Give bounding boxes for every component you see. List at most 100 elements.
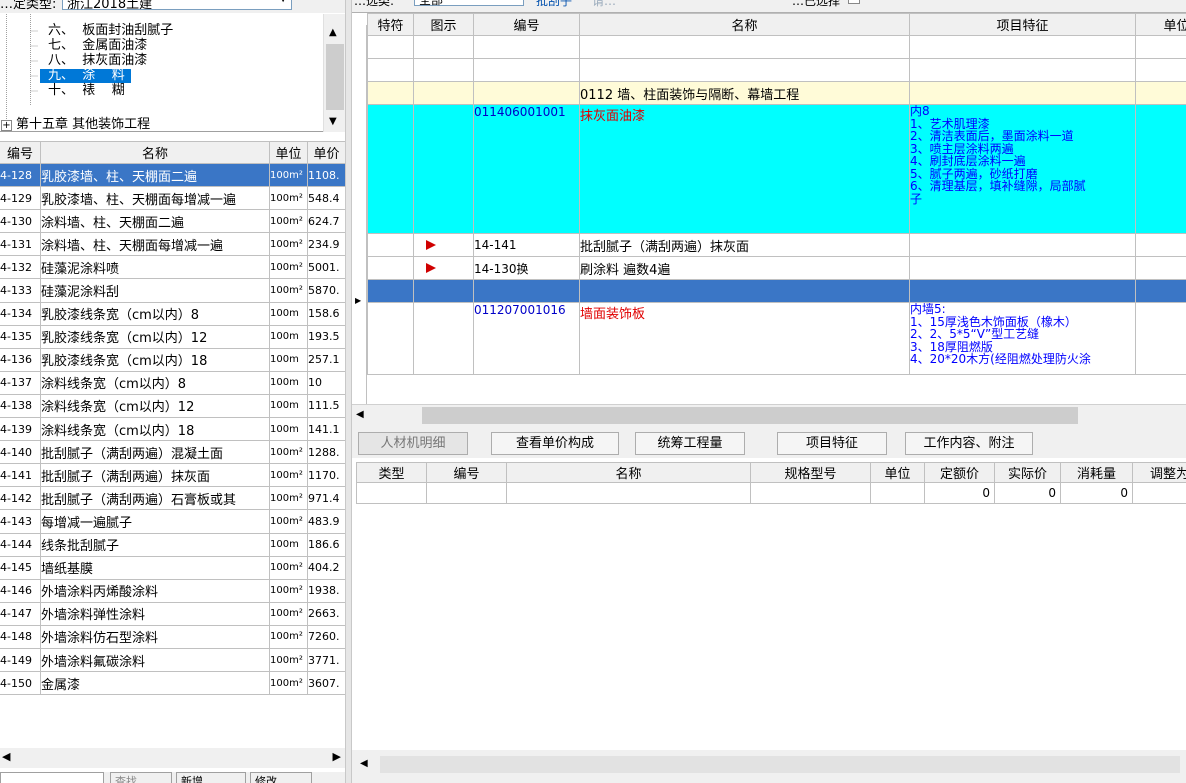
detail-row[interactable]: 0 0 0 <box>356 482 1186 504</box>
selected-label: …已选择 <box>792 0 841 8</box>
table-row[interactable]: 4-134 乳胶漆线条宽（cm以内）8 100m 158.6 <box>0 301 345 326</box>
tab-work-content[interactable]: 工作内容、附注 <box>905 432 1033 455</box>
col-header-features[interactable]: 项目特征 <box>909 13 1136 36</box>
table-row[interactable] <box>367 58 1186 82</box>
tab-unit-price[interactable]: 查看单价构成 <box>491 432 619 455</box>
selected-checkbox[interactable] <box>848 0 860 4</box>
detail-header[interactable]: 调整为 <box>1132 462 1186 483</box>
scroll-left-icon[interactable]: ◀ <box>356 409 364 420</box>
quota-unit: 100m <box>269 393 308 419</box>
search-input[interactable] <box>0 772 104 783</box>
col-header-flag[interactable]: 特符 <box>367 13 414 36</box>
table-row[interactable]: 4-148 外墙涂料仿石型涂料 100m² 7260. <box>0 624 345 649</box>
detail-header[interactable]: 类型 <box>356 462 427 483</box>
quota-name: 批刮腻子（满刮两遍）石膏板或其 <box>40 486 270 511</box>
sub-item-row[interactable]: 14-141 批刮腻子（满刮两遍）抹灰面 m2 <box>367 233 1186 257</box>
tab-materials[interactable]: 人材机明细 <box>358 432 468 455</box>
item-code: 011207001016 <box>473 302 580 375</box>
sub-item-row[interactable]: 14-130换 刷涂料 遍数4遍 m2 <box>367 256 1186 280</box>
expand-icon[interactable]: + <box>1 120 12 131</box>
table-row[interactable]: 4-145 墙纸基膜 100m² 404.2 <box>0 555 345 580</box>
detail-hscroll[interactable]: ◀ <box>352 754 1186 776</box>
quota-name: 批刮腻子（满刮两遍）抹灰面 <box>40 463 270 488</box>
tree-node[interactable]: 六、 板面封油刮腻子 <box>48 24 173 38</box>
tab-features[interactable]: 项目特征 <box>777 432 887 455</box>
table-row[interactable]: 4-146 外墙涂料丙烯酸涂料 100m² 1938. <box>0 578 345 603</box>
detail-header[interactable]: 消耗量 <box>1060 462 1133 483</box>
bill-item-row[interactable]: 011207001016 墙面装饰板 内墙5: 1、15厚浅色木饰面板（橡木） … <box>367 302 1186 375</box>
quota-unit: 100m² <box>269 232 308 257</box>
tree-node[interactable]: 八、 抹灰面油漆 <box>48 54 147 68</box>
add-button[interactable]: 新增 <box>176 772 246 783</box>
quota-price: 186.6 <box>307 532 345 557</box>
find-button[interactable]: 查找 <box>110 772 172 783</box>
col-header-code[interactable]: 编号 <box>0 141 41 164</box>
table-row[interactable]: 4-150 金属漆 100m² 3607. <box>0 671 345 696</box>
col-header-unit[interactable]: 单位 <box>269 141 308 164</box>
section-row[interactable]: 0112 墙、柱面装饰与隔断、幕墙工程 <box>367 81 1186 105</box>
tree-scrollbar[interactable]: ▲ ▼ <box>323 14 345 132</box>
tree-node[interactable]: 七、 金属面油漆 <box>48 39 147 53</box>
bill-item-row[interactable]: 011406001001 抹灰面油漆 内8 1、艺术肌理漆 2、清洁表面后，墨面… <box>367 104 1186 234</box>
type-filter-select[interactable]: 全部 <box>414 0 524 7</box>
detail-header[interactable]: 规格型号 <box>750 462 871 483</box>
toolbar-btn[interactable]: 请… <box>592 0 616 9</box>
col-header-name[interactable]: 名称 <box>40 141 270 164</box>
detail-header[interactable]: 单位 <box>870 462 925 483</box>
scroll-down-icon[interactable]: ▼ <box>329 116 337 127</box>
left-bottom-bar: 查找 新增 修改 <box>0 772 345 783</box>
table-row[interactable]: 4-132 硅藻泥涂料喷 100m² 5001. <box>0 255 345 280</box>
col-header-price[interactable]: 单价 <box>307 141 345 164</box>
scroll-left-icon[interactable]: ◀ <box>360 758 368 769</box>
bill-hscroll[interactable]: ◀ <box>352 404 1186 426</box>
quota-table: 编号 名称 单位 单价 4-128 乳胶漆墙、柱、天棚面二遍 100m² 1108. 4… <box>0 141 345 696</box>
table-row[interactable]: 4-135 乳胶漆线条宽（cm以内）12 100m 193.5 <box>0 324 345 349</box>
tab-quantity[interactable]: 统筹工程量 <box>635 432 745 455</box>
tree-node[interactable]: 第十五章 其他装饰工程 <box>16 118 150 132</box>
table-row[interactable]: 4-129 乳胶漆墙、柱、天棚面每增减一遍 100m² 548.4 <box>0 186 345 211</box>
table-row[interactable]: 4-142 批刮腻子（满刮两遍）石膏板或其 100m² 971.4 <box>0 486 345 511</box>
tree-node[interactable]: 十、 裱 糊 <box>48 84 125 98</box>
quota-price: 5001. <box>307 255 345 280</box>
col-header-code[interactable]: 编号 <box>473 13 580 36</box>
table-row[interactable]: 4-149 外墙涂料氟碳涂料 100m² 3771. <box>0 647 345 673</box>
scroll-thumb[interactable] <box>422 407 1078 424</box>
left-hscroll[interactable]: ◀ ▶ <box>0 748 345 768</box>
table-row[interactable]: 4-130 涂料墙、柱、天棚面二遍 100m² 624.7 <box>0 209 345 234</box>
table-row[interactable]: 4-140 批刮腻子（满刮两遍）混凝土面 100m² 1288. <box>0 440 345 465</box>
table-row[interactable]: 4-131 涂料墙、柱、天棚面每增减一遍 100m² 234.9 <box>0 232 345 257</box>
quota-code: 4-140 <box>0 440 41 465</box>
col-header-name[interactable]: 名称 <box>579 13 910 36</box>
table-row[interactable]: 4-139 涂料线条宽（cm以内）18 100m 141.1 <box>0 417 345 442</box>
table-row[interactable]: 4-147 外墙涂料弹性涂料 100m² 2663. <box>0 601 345 626</box>
toolbar-btn[interactable]: 批刮子 <box>536 0 572 9</box>
table-row[interactable]: 4-143 每增减一遍腻子 100m² 483.9 <box>0 509 345 534</box>
item-unit: m2 <box>1135 104 1186 234</box>
quota-type-select[interactable]: 浙江2018土建 ▼ <box>62 0 292 12</box>
table-row[interactable] <box>367 35 1186 59</box>
table-row[interactable]: 4-141 批刮腻子（满刮两遍）抹灰面 100m² 1170. <box>0 463 345 488</box>
detail-header[interactable]: 编号 <box>426 462 507 483</box>
col-header-unit[interactable]: 单位 <box>1135 13 1186 36</box>
edit-button[interactable]: 修改 <box>250 772 312 783</box>
scroll-up-icon[interactable]: ▲ <box>329 27 337 38</box>
detail-header[interactable]: 实际价 <box>994 462 1061 483</box>
detail-header[interactable]: 定额价 <box>924 462 995 483</box>
table-row[interactable]: 4-133 硅藻泥涂料刮 100m² 5870. <box>0 278 345 303</box>
table-row[interactable]: 4-136 乳胶漆线条宽（cm以内）18 100m 257.1 <box>0 347 345 372</box>
detail-header[interactable]: 名称 <box>506 462 751 483</box>
scroll-left-icon[interactable]: ◀ <box>2 750 10 763</box>
col-header-icon[interactable]: 图示 <box>413 13 474 36</box>
selected-row[interactable] <box>367 279 1186 303</box>
table-row[interactable]: 4-138 涂料线条宽（cm以内）12 100m 111.5 <box>0 393 345 419</box>
table-row[interactable]: 4-144 线条批刮腻子 100m 186.6 <box>0 532 345 557</box>
table-row[interactable]: 4-137 涂料线条宽（cm以内）8 100m 10 <box>0 370 345 395</box>
tree-node-selected[interactable]: 九、 涂 料 <box>40 69 131 83</box>
panel-splitter[interactable] <box>345 0 352 783</box>
scroll-track[interactable] <box>380 756 1180 773</box>
quota-price: 404.2 <box>307 555 345 580</box>
quota-code: 4-144 <box>0 532 41 557</box>
scroll-right-icon[interactable]: ▶ <box>333 750 341 763</box>
table-row[interactable]: 4-128 乳胶漆墙、柱、天棚面二遍 100m² 1108. <box>0 162 345 188</box>
scroll-thumb[interactable] <box>326 44 344 110</box>
